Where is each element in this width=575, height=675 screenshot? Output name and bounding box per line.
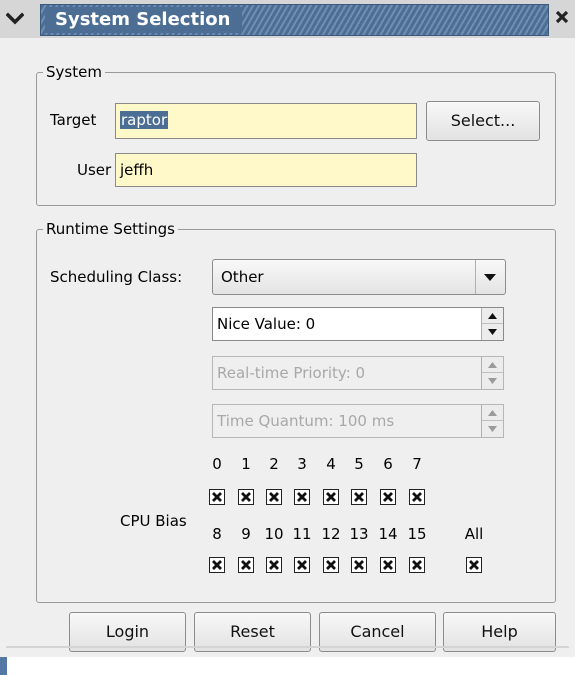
nice-value-spinner[interactable]: Nice Value: 0 <box>212 307 504 341</box>
cpu-number-label: 2 <box>269 455 279 473</box>
cpu-number-label: 9 <box>241 525 251 543</box>
cpu-11-checkbox[interactable] <box>294 557 310 573</box>
cpu-number-label: 3 <box>297 455 307 473</box>
cpu-12-checkbox[interactable] <box>323 557 339 573</box>
select-button-label: Select... <box>450 111 516 130</box>
window-title: System Selection <box>45 7 243 33</box>
cpu-number-label: 13 <box>349 525 369 543</box>
select-button[interactable]: Select... <box>426 101 540 141</box>
cpu-number-label: 8 <box>212 525 222 543</box>
target-label: Target <box>50 111 97 129</box>
help-button-label: Help <box>481 622 518 641</box>
cpu-number-label: 14 <box>378 525 398 543</box>
spin-up-arrow-icon <box>482 405 503 421</box>
cpu-number-label: 0 <box>212 455 222 473</box>
desktop-background-strip <box>0 657 575 675</box>
cpu-number-label: 10 <box>264 525 284 543</box>
window-menu-chevron-icon[interactable] <box>5 10 25 28</box>
system-frame-legend: System <box>43 63 105 81</box>
nice-value-spin-buttons <box>481 308 503 340</box>
cpu-14-checkbox[interactable] <box>380 557 396 573</box>
spin-down-arrow-icon <box>482 421 503 437</box>
cpu-10-checkbox[interactable] <box>266 557 282 573</box>
spin-down-arrow-icon[interactable] <box>482 324 503 340</box>
cpu-15-checkbox[interactable] <box>409 557 425 573</box>
cpu-bias-label: CPU Bias <box>120 512 187 530</box>
cpu-7-checkbox[interactable] <box>409 489 425 505</box>
time-quantum-text: Time Quantum: 100 ms <box>217 412 395 430</box>
realtime-priority-text: Real-time Priority: 0 <box>217 364 366 382</box>
target-input[interactable]: raptor <box>115 103 417 139</box>
realtime-priority-spinner: Real-time Priority: 0 <box>212 356 504 390</box>
cpu-9-checkbox[interactable] <box>238 557 254 573</box>
bottom-divider <box>6 646 569 648</box>
cpu-all-label: All <box>464 525 484 543</box>
scheduling-class-label: Scheduling Class: <box>50 268 183 286</box>
user-label: User <box>77 161 112 179</box>
cpu-all-checkbox[interactable] <box>466 557 482 573</box>
system-selection-dialog: System Selection System Target raptor Se… <box>0 0 575 675</box>
dropdown-arrow-icon[interactable] <box>475 260 505 294</box>
spin-down-arrow-icon <box>482 373 503 389</box>
cpu-number-label: 11 <box>292 525 312 543</box>
realtime-priority-spin-buttons <box>481 357 503 389</box>
cpu-number-label: 5 <box>354 455 364 473</box>
cpu-number-label: 12 <box>321 525 341 543</box>
title-bar: System Selection <box>0 0 575 38</box>
title-bar-fill: System Selection <box>40 4 549 36</box>
user-input[interactable]: jeffh <box>115 153 417 187</box>
time-quantum-spinner: Time Quantum: 100 ms <box>212 404 504 438</box>
reset-button-label: Reset <box>230 622 275 641</box>
cpu-number-label: 7 <box>412 455 422 473</box>
spin-up-arrow-icon <box>482 357 503 373</box>
cpu-1-checkbox[interactable] <box>238 489 254 505</box>
cpu-number-label: 4 <box>326 455 336 473</box>
nice-value-text: Nice Value: 0 <box>217 315 316 333</box>
cpu-3-checkbox[interactable] <box>294 489 310 505</box>
cpu-5-checkbox[interactable] <box>351 489 367 505</box>
scheduling-class-value: Other <box>221 268 264 286</box>
cpu-number-label: 6 <box>383 455 393 473</box>
runtime-settings-legend: Runtime Settings <box>43 220 178 238</box>
cpu-2-checkbox[interactable] <box>266 489 282 505</box>
cpu-4-checkbox[interactable] <box>323 489 339 505</box>
desktop-edge <box>0 657 7 675</box>
cpu-8-checkbox[interactable] <box>209 557 225 573</box>
cancel-button-label: Cancel <box>350 622 405 641</box>
spin-up-arrow-icon[interactable] <box>482 308 503 324</box>
target-value: raptor <box>120 111 169 129</box>
login-button-label: Login <box>105 622 150 641</box>
cpu-number-label: 15 <box>407 525 427 543</box>
cpu-0-checkbox[interactable] <box>209 489 225 505</box>
cpu-6-checkbox[interactable] <box>380 489 396 505</box>
scheduling-class-combo[interactable]: Other <box>212 259 506 295</box>
user-value: jeffh <box>120 161 154 179</box>
close-icon[interactable] <box>554 9 574 29</box>
time-quantum-spin-buttons <box>481 405 503 437</box>
cpu-13-checkbox[interactable] <box>351 557 367 573</box>
cpu-number-label: 1 <box>241 455 251 473</box>
